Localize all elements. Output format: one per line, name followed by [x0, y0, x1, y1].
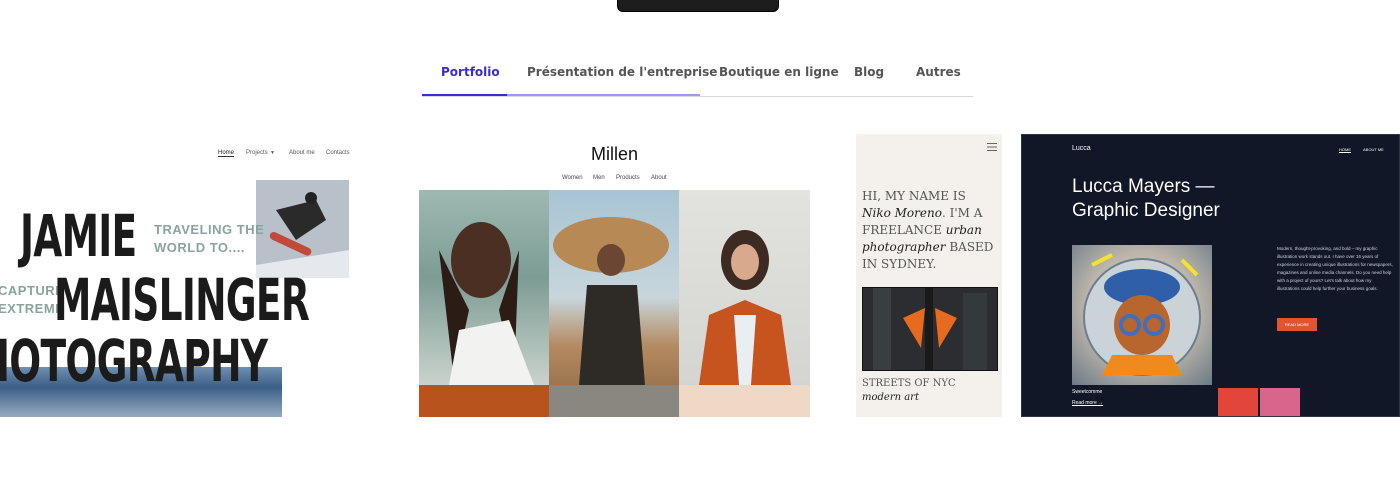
millen-logo: Millen: [590, 144, 638, 164]
sculpture-illustration: [863, 288, 997, 370]
read-more-link[interactable]: Read more →: [1072, 400, 1103, 406]
snowboarder-photo: [256, 180, 349, 278]
model-3-illustration: [699, 230, 791, 385]
portrait-illustration: [1083, 253, 1201, 376]
hamburger-menu-icon[interactable]: [987, 143, 997, 151]
intro-part-1: HI, MY NAME IS: [862, 189, 966, 203]
product-strip-3: [679, 385, 810, 417]
product-strip-1: [419, 385, 549, 417]
card1-nav-home: Home: [218, 150, 235, 157]
product-strip-2: [549, 385, 679, 417]
model-1-illustration: [439, 222, 534, 385]
name-line-1: JAMIE: [20, 202, 137, 270]
caption-subtitle: modern art: [862, 392, 919, 403]
tagline-line-1: TRAVELING THE: [154, 222, 265, 237]
snowboarder-illustration: [256, 180, 349, 278]
read-more-button[interactable]: READ MORE: [1277, 318, 1317, 331]
card4-title: Lucca Mayers — Graphic Designer: [1072, 175, 1220, 223]
model-photo-2: [549, 190, 679, 385]
illustration-artwork: [1072, 245, 1212, 385]
card1-nav-contacts: Contacts: [326, 150, 350, 156]
artwork-title: Sweetcomme: [1072, 389, 1103, 395]
card2-nav-products: Products: [616, 175, 640, 181]
chevron-down-icon: ▼: [270, 150, 275, 156]
tab-blog[interactable]: Blog: [854, 58, 884, 95]
card1-nav-about: About me: [289, 150, 315, 156]
model-photo-3: [679, 190, 810, 385]
card2-nav-women: Women: [562, 175, 583, 181]
card4-nav-home: HOME: [1339, 147, 1351, 153]
artwork-thumbnail-2: [1260, 388, 1300, 416]
intro-name: Niko Moreno: [862, 206, 942, 220]
template-card-lucca[interactable]: Lucca HOME ABOUT ME Lucca Mayers — Graph…: [1021, 134, 1400, 417]
name-line-2: MAISLINGER: [54, 266, 310, 334]
card2-nav-about: About: [651, 175, 667, 181]
card2-nav-men: Men: [593, 175, 605, 181]
card4-nav-about: ABOUT ME: [1363, 147, 1384, 152]
category-tabs: Portfolio Présentation de l'entreprise B…: [422, 58, 973, 97]
template-card-jamie[interactable]: Home Projects ▼ About me Contacts JAMIE …: [0, 134, 358, 417]
photo-caption: STREETS OF NYC modern art: [862, 377, 956, 405]
tab-indicator: [422, 94, 700, 96]
template-card-millen[interactable]: Millen Women Men Products About: [419, 134, 810, 417]
artwork-thumbnail-1: [1218, 388, 1258, 416]
card1-nav-projects: Projects: [246, 150, 268, 156]
template-card-niko[interactable]: HI, MY NAME IS Niko Moreno. I'M A FREELA…: [856, 134, 1002, 417]
top-dark-button[interactable]: [617, 0, 779, 12]
tab-others[interactable]: Autres: [916, 58, 961, 95]
intro-text: HI, MY NAME IS Niko Moreno. I'M A FREELA…: [862, 188, 998, 273]
lucca-logo: Lucca: [1072, 145, 1091, 152]
card4-title-line-1: Lucca Mayers —: [1072, 176, 1215, 197]
model-2-illustration: [553, 217, 669, 385]
tab-company-presentation[interactable]: Présentation de l'entreprise: [527, 58, 717, 95]
nyc-sculpture-photo: [862, 287, 998, 371]
tagline-line-2: WORLD TO....: [154, 240, 245, 255]
card4-body-text: Modern, thought-provoking, and bold – my…: [1277, 246, 1393, 291]
tab-portfolio[interactable]: Portfolio: [441, 58, 500, 95]
model-photo-1: [419, 190, 549, 385]
tab-online-store[interactable]: Boutique en ligne: [719, 58, 839, 95]
caption-title: STREETS OF NYC: [862, 378, 956, 389]
card4-title-line-2: Graphic Designer: [1072, 200, 1220, 221]
name-line-3: IOTOGRAPHY: [0, 327, 268, 395]
